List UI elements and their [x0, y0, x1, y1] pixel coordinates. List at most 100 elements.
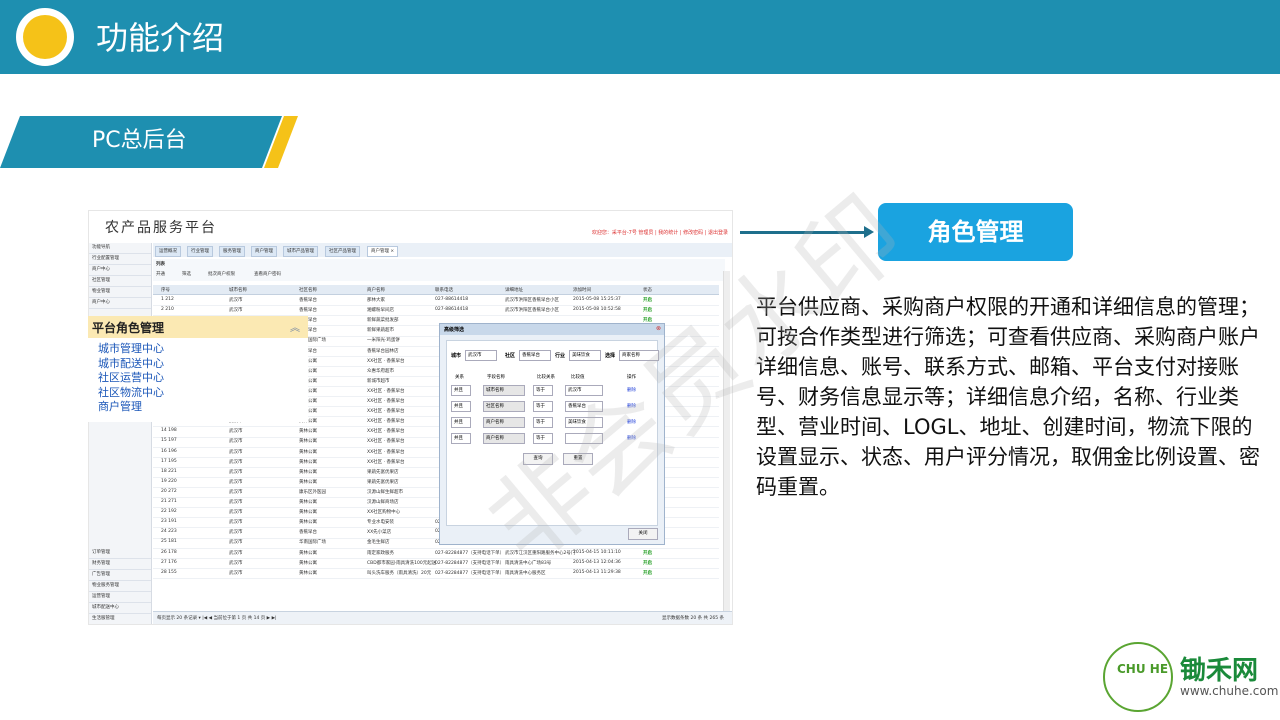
nav-item[interactable]: 物业管理 — [89, 287, 151, 298]
table-cell: 16 196 — [161, 448, 177, 454]
table-cell: 叫头洗车服务（雨具清洗）20元 — [367, 570, 432, 576]
table-cell: 20 272 — [161, 488, 177, 494]
table-cell: 汉源山鲜生鲜超市 — [367, 489, 403, 495]
table-cell: 027-82284877（支持电话下单） — [435, 560, 505, 566]
tab[interactable]: 服务管理 — [219, 246, 245, 257]
table-cell: 武汉市 — [229, 570, 243, 576]
table-cell: 25 181 — [161, 539, 177, 545]
nav-item[interactable]: 商户中心 — [89, 265, 151, 276]
toolbar: 列表 开通 筛选 批次商户权限 查看商户密码 — [153, 259, 725, 281]
table-cell: 黄林公寓 — [299, 560, 317, 566]
table-cell: 1 212 — [161, 297, 174, 302]
brand-name: 锄禾网 — [1180, 656, 1259, 686]
table-cell: 黄林公寓 — [299, 449, 317, 455]
table-cell: 武汉市洪阳区香蕉早台小区 — [505, 298, 559, 303]
tab[interactable]: 社区产品管理 — [325, 246, 360, 257]
pager-left[interactable]: 每页显示 20 条记录 ▾ |◀ ◀ 当前位于第 1 页 共 14 页 ▶ ▶| — [157, 615, 277, 621]
table-cell: 黄林公寓 — [299, 550, 317, 556]
table-cell: 一米阳光·鸡蛋饼 — [367, 338, 400, 344]
table-cell: 开启 — [643, 570, 652, 576]
top-bar: 功能介绍 — [0, 0, 1280, 74]
table-cell: 027-88614418 — [435, 307, 469, 313]
table-row[interactable]: 26 178 武汉市 黄林公寓 雨定家政服务 027-82284877（支持电话下单）武… — [153, 549, 719, 559]
table-cell: XX先小菜店 — [367, 530, 392, 536]
table-cell: 21 271 — [161, 499, 177, 504]
table-cell: 23 191 — [161, 519, 177, 525]
nav-item[interactable]: 生活服管理 — [89, 614, 151, 624]
table-row[interactable]: 2 210 武汉市 香蕉早台 湘螺粉早间店 027-88614418 武汉市洪阳区香蕉早台… — [153, 306, 719, 317]
rel-select[interactable]: 并且 — [451, 417, 471, 428]
table-row[interactable]: 27 176 武汉市 黄林公寓 CBD都市家园·雨具清洗100元起送 027-82284… — [153, 559, 719, 569]
table-cell: 湘螺粉早间店 — [367, 308, 394, 314]
left-nav: 功能导航 行业配置管理 商户中心 社区管理 物业管理 商户中心 订单管理 财务管理 广告管理 物业… — [89, 243, 152, 624]
pager-right: 显示数据条数 20 条 共 265 条 — [662, 616, 724, 621]
table-cell: 黄林公寓 — [299, 510, 317, 516]
filter-select[interactable]: 香蕉早台 — [519, 350, 551, 361]
field-input[interactable]: 社区名称 — [483, 401, 525, 412]
table-cell: 新鲜蔬菜批发部 — [367, 318, 399, 324]
rel-select[interactable]: 并且 — [451, 401, 471, 412]
nav-item[interactable]: 城市配送中心 — [89, 603, 151, 614]
table-cell: 武汉市 — [229, 469, 243, 475]
tab[interactable]: 商户管理 — [251, 246, 277, 257]
table-cell: 武汉市 — [229, 550, 243, 556]
rel-select[interactable]: 并且 — [451, 433, 471, 444]
table-cell: 武汉市 — [229, 308, 243, 314]
table-row[interactable]: 28 155 武汉市 黄林公寓 叫头洗车服务（雨具清洗）20元 027-82284877… — [153, 569, 719, 579]
close-button[interactable]: 关闭 — [628, 528, 658, 540]
toolbar-button[interactable]: 查看商户密码 — [254, 271, 281, 277]
toolbar-button[interactable]: 批次商户权限 — [208, 271, 235, 277]
rel-select[interactable]: 并且 — [451, 385, 471, 396]
table-cell: 黄林公寓 — [299, 500, 317, 505]
dialog-column: 字段名称 — [487, 375, 505, 380]
tab[interactable]: 行业管理 — [187, 246, 213, 257]
table-cell: XX社区 · 香蕉早台 — [367, 429, 405, 435]
toolbar-button[interactable]: 开通 — [156, 271, 165, 277]
table-cell: 26 178 — [161, 549, 177, 555]
nav-item[interactable]: 广告管理 — [89, 570, 151, 581]
table-cell: 2015-05-08 15:25:37 — [573, 297, 621, 302]
table-cell: 黄林公寓 — [299, 570, 317, 576]
filter-select[interactable]: 武汉市 — [465, 350, 497, 361]
table-cell: 18 221 — [161, 468, 177, 474]
role-menu-title[interactable]: 平台角色管理 ︽ — [88, 316, 308, 338]
tab[interactable]: 城市产品管理 — [283, 246, 318, 257]
table-cell: 武汉市 — [229, 449, 243, 455]
table-cell: 汉源山鲜商场店 — [367, 500, 399, 505]
table-cell: 武汉市 — [229, 500, 243, 505]
nav-item[interactable]: 商户中心 — [89, 298, 151, 309]
nav-item[interactable]: 订单管理 — [89, 548, 151, 559]
column-header: 详细地址 — [505, 288, 523, 293]
toolbar-button[interactable]: 筛选 — [182, 271, 191, 277]
table-cell: 雨定家政服务 — [367, 550, 394, 556]
section-title: PC总后台 — [92, 128, 187, 153]
table-cell: 2015-05-08 10:52:58 — [573, 307, 621, 313]
tab[interactable]: 商户管理 × — [367, 246, 399, 257]
nav-item[interactable]: 运营管理 — [89, 592, 151, 603]
table-cell: 新鲜果蔬超市 — [367, 328, 394, 334]
role-menu: 平台角色管理 ︽ 城市管理中心 城市配送中心 社区运营中心 社区物流中心 商户管理 — [88, 316, 308, 422]
dialog-title: 高级筛选 — [444, 327, 465, 333]
table-cell: XX社区 · 香蕉早台 — [367, 459, 405, 465]
table-cell: 康乐区外医园 — [299, 489, 326, 495]
nav-item[interactable]: 物业服务管理 — [89, 581, 151, 592]
table-cell: 2015-04-13 11:29:38 — [573, 569, 621, 575]
table-cell: 武汉市 — [229, 439, 243, 445]
table-cell: 027-82284877（支持电话下单） — [435, 570, 505, 576]
nav-item[interactable]: 社区管理 — [89, 276, 151, 287]
nav-item[interactable]: 功能导航 — [89, 243, 151, 254]
menu-item[interactable]: 商户管理 — [98, 398, 142, 414]
field-input[interactable]: 城市名称 — [483, 385, 525, 396]
table-cell: 黄林公寓 — [299, 429, 317, 435]
page-title: 功能介绍 — [96, 19, 225, 57]
nav-item[interactable]: 行业配置管理 — [89, 254, 151, 265]
table-row[interactable]: 1 212 武汉市 香蕉早台 那林大家 027-88614418 武汉市洪阳区香蕉早台小区… — [153, 296, 719, 307]
nav-item[interactable]: 财务管理 — [89, 559, 151, 570]
column-header: 状态 — [643, 288, 652, 293]
grid-header: 序号 城市名称 社区名称 商户名称 联系电话 详细地址 添加时间 状态 — [153, 285, 719, 295]
welcome-bar[interactable]: 欢迎您：采平台-7号 管理员 | 我的统计 | 修改密码 | 退出登录 — [592, 229, 728, 236]
brand-url: www.chuhe.com — [1180, 684, 1279, 698]
table-cell: 武汉市 — [229, 520, 243, 526]
tab[interactable]: 运营概况 — [155, 246, 181, 257]
collapse-icon[interactable]: ︽ — [290, 319, 300, 334]
